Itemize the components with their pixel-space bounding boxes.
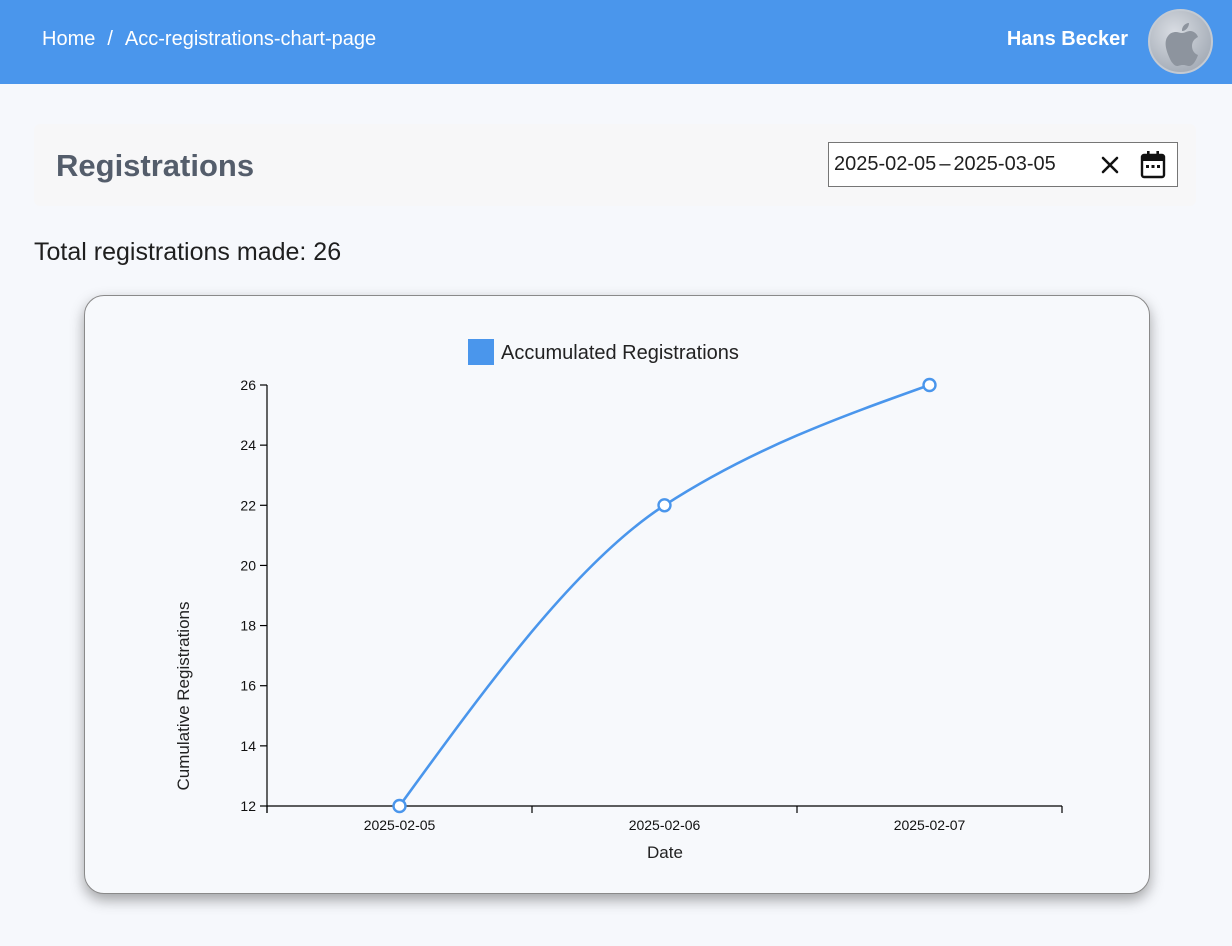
legend-label[interactable]: Accumulated Registrations [501, 342, 739, 364]
chart-card: Accumulated Registrations Cumulative Reg… [84, 295, 1150, 894]
x-tick-label: 2025-02-06 [629, 817, 701, 833]
series-line [398, 383, 930, 807]
page-title: Registrations [56, 148, 255, 183]
legend-swatch[interactable] [468, 339, 494, 365]
user-name[interactable]: Hans Becker [1007, 28, 1128, 51]
y-axis-label: Cumulative Registrations [174, 602, 193, 791]
y-tick-label: 24 [240, 437, 256, 453]
y-tick-label: 22 [240, 497, 256, 513]
y-tick-label: 14 [240, 738, 256, 754]
calendar-button[interactable] [1139, 150, 1167, 180]
total-registrations-text: Total registrations made: 26 [34, 238, 342, 266]
data-point[interactable] [392, 798, 407, 814]
top-bar: Home / Acc-registrations-chart-page Hans… [0, 0, 1232, 84]
y-tick-label: 16 [240, 678, 256, 694]
close-icon [1101, 156, 1119, 174]
y-tick-label: 18 [240, 618, 256, 634]
data-point[interactable] [657, 498, 672, 513]
breadcrumb-separator: / [107, 28, 113, 50]
registrations-line-chart: Accumulated Registrations Cumulative Reg… [174, 339, 1063, 862]
y-tick-label: 26 [240, 377, 256, 393]
data-point[interactable] [922, 377, 937, 393]
date-range-start[interactable]: 2025-02-05 [834, 153, 936, 175]
x-axis-label: Date [647, 843, 683, 862]
date-range-text: 2025-02-05–2025-03-05 [829, 153, 1056, 176]
breadcrumb-home-link[interactable]: Home [42, 28, 95, 51]
x-tick-label: 2025-02-07 [894, 817, 966, 833]
clear-date-button[interactable] [1097, 152, 1123, 178]
date-range-separator: – [939, 153, 951, 175]
x-tick-label: 2025-02-05 [364, 817, 436, 833]
apple-logo-icon [1165, 23, 1198, 66]
y-tick-label: 12 [240, 798, 256, 814]
breadcrumb-current: Acc-registrations-chart-page [124, 28, 377, 50]
calendar-icon [1140, 151, 1166, 179]
date-range-picker[interactable]: 2025-02-05–2025-03-05 [828, 142, 1178, 187]
avatar[interactable] [1148, 9, 1213, 74]
y-tick-label: 20 [240, 557, 256, 573]
breadcrumb: Home / Acc-registrations-chart-page [42, 28, 376, 51]
header-card: Registrations 2025-02-05–2025-03-05 [34, 124, 1196, 206]
date-range-end[interactable]: 2025-03-05 [953, 153, 1055, 175]
